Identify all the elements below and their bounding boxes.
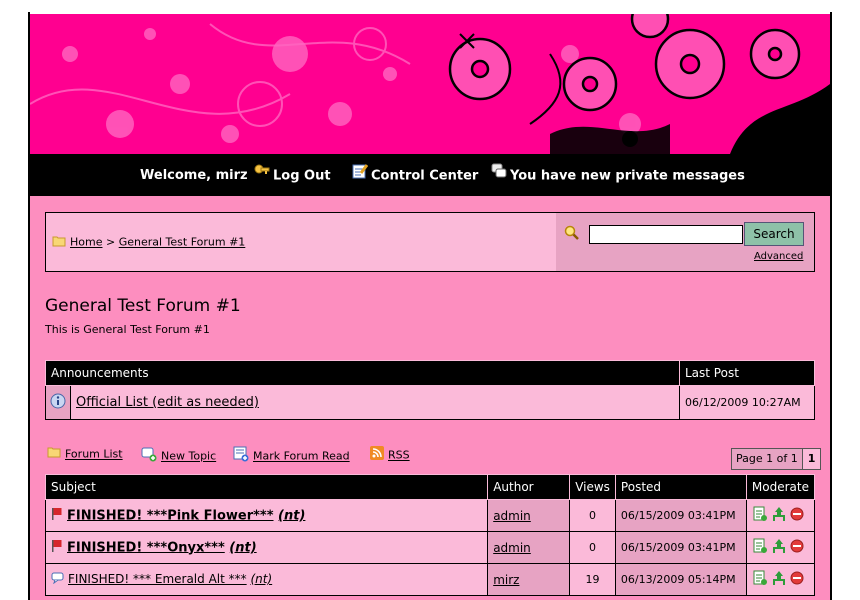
folder-icon bbox=[52, 235, 66, 250]
mark-forum-read-link[interactable]: Mark Forum Read bbox=[233, 446, 350, 463]
search-button[interactable]: Search bbox=[744, 222, 804, 246]
author-link[interactable]: admin bbox=[493, 509, 531, 523]
pagination: Page 1 of 11 bbox=[731, 448, 822, 470]
last-post-header: Last Post bbox=[679, 360, 815, 386]
speech-bubble-icon bbox=[51, 572, 64, 587]
topic-row: FINISHED! ***Onyx*** (nt) admin 0 06/15/… bbox=[44, 531, 816, 564]
announcements-table: Announcements Last Post Official List (e… bbox=[45, 360, 815, 420]
forum-description: This is General Test Forum #1 bbox=[45, 323, 210, 336]
topic-posted: 06/15/2009 03:41PM bbox=[614, 499, 747, 532]
topic-views: 0 bbox=[569, 499, 616, 532]
edit-topic-icon[interactable] bbox=[752, 506, 768, 525]
topic-posted: 06/13/2009 05:14PM bbox=[614, 563, 747, 596]
topic-author-cell: admin bbox=[487, 499, 571, 532]
private-messages-label[interactable]: You have new private messages bbox=[510, 169, 745, 184]
control-center-link[interactable]: Control Center bbox=[352, 154, 478, 196]
user-navbar: Welcome, mirz Log Out Control Center You… bbox=[30, 154, 830, 196]
forum-title: General Test Forum #1 bbox=[45, 296, 241, 316]
rss-link[interactable]: RSS bbox=[370, 446, 410, 462]
flag-icon bbox=[51, 539, 63, 557]
announcement-row: Official List (edit as needed) 06/12/200… bbox=[45, 385, 815, 420]
rss-icon bbox=[370, 446, 384, 465]
announcement-link[interactable]: Official List (edit as needed) bbox=[76, 395, 259, 410]
topic-row: FINISHED! *** Emerald Alt *** (nt) mirz … bbox=[44, 563, 816, 596]
folder-icon bbox=[47, 446, 61, 463]
topic-suffix: (nt) bbox=[229, 540, 257, 555]
author-header: Author bbox=[487, 474, 571, 500]
forum-list-label[interactable]: Forum List bbox=[65, 448, 123, 461]
magnifier-icon bbox=[564, 225, 580, 244]
posted-header: Posted bbox=[614, 474, 747, 500]
flower-banner-artwork bbox=[30, 14, 830, 154]
topics-table: Subject Author Views Posted Moderate FIN… bbox=[44, 474, 816, 596]
private-messages-link[interactable]: You have new private messages bbox=[491, 154, 745, 196]
delete-topic-icon[interactable] bbox=[790, 507, 804, 524]
key-icon bbox=[254, 154, 270, 198]
move-topic-icon[interactable] bbox=[772, 506, 786, 525]
topic-suffix: (nt) bbox=[278, 508, 306, 523]
forum-list-link[interactable]: Forum List bbox=[47, 446, 123, 462]
new-topic-link[interactable]: New Topic bbox=[141, 446, 216, 463]
current-page[interactable]: 1 bbox=[801, 449, 821, 469]
search-input[interactable] bbox=[589, 225, 743, 244]
page-count-label: Page 1 of 1 bbox=[736, 452, 798, 465]
advanced-search-link[interactable]: Advanced bbox=[754, 251, 803, 262]
notepad-pencil-icon bbox=[352, 154, 369, 198]
views-header: Views bbox=[569, 474, 616, 500]
forum-content: Home > General Test Forum #1 Search Adva… bbox=[30, 196, 830, 600]
new-topic-icon bbox=[141, 446, 157, 467]
author-link[interactable]: mirz bbox=[493, 573, 519, 587]
breadcrumb-home-link[interactable]: Home bbox=[70, 236, 102, 249]
edit-topic-icon[interactable] bbox=[752, 570, 768, 589]
logout-link[interactable]: Log Out bbox=[254, 154, 331, 196]
topic-subject-cell: FINISHED! *** Emerald Alt *** (nt) bbox=[44, 563, 489, 596]
moderate-cell bbox=[745, 563, 816, 596]
moderate-cell bbox=[745, 531, 816, 564]
rss-label[interactable]: RSS bbox=[388, 449, 410, 462]
delete-topic-icon[interactable] bbox=[790, 571, 804, 588]
edit-topic-icon[interactable] bbox=[752, 538, 768, 557]
topic-views: 0 bbox=[569, 531, 616, 564]
topic-suffix: (nt) bbox=[250, 572, 273, 586]
announcement-icon-cell bbox=[45, 385, 71, 420]
info-icon bbox=[50, 393, 66, 412]
announcement-last-post: 06/12/2009 10:27AM bbox=[679, 385, 815, 420]
topic-posted: 06/15/2009 03:41PM bbox=[614, 531, 747, 564]
messages-icon bbox=[491, 154, 507, 198]
control-center-label[interactable]: Control Center bbox=[371, 169, 478, 184]
welcome-text: Welcome, mirz bbox=[140, 168, 248, 183]
topic-subject-cell: FINISHED! ***Pink Flower*** (nt) bbox=[44, 499, 489, 532]
flag-icon bbox=[51, 507, 63, 525]
header-banner bbox=[30, 14, 830, 154]
topic-link[interactable]: FINISHED! *** Emerald Alt *** bbox=[68, 572, 247, 586]
topic-link[interactable]: FINISHED! ***Onyx*** bbox=[67, 540, 225, 555]
announcements-header: Announcements bbox=[45, 360, 680, 386]
search-panel: Search Advanced bbox=[556, 213, 814, 271]
topic-row: FINISHED! ***Pink Flower*** (nt) admin 0… bbox=[44, 499, 816, 532]
move-topic-icon[interactable] bbox=[772, 570, 786, 589]
logout-label[interactable]: Log Out bbox=[273, 169, 331, 184]
moderate-header: Moderate bbox=[745, 474, 816, 500]
breadcrumb: Home > General Test Forum #1 bbox=[52, 235, 245, 250]
topic-author-cell: mirz bbox=[487, 563, 571, 596]
frame-border bbox=[830, 12, 832, 600]
subject-header: Subject bbox=[44, 474, 489, 500]
breadcrumb-search-bar: Home > General Test Forum #1 Search Adva… bbox=[45, 212, 815, 272]
move-topic-icon[interactable] bbox=[772, 538, 786, 557]
topic-subject-cell: FINISHED! ***Onyx*** (nt) bbox=[44, 531, 489, 564]
author-link[interactable]: admin bbox=[493, 541, 531, 555]
breadcrumb-forum-link[interactable]: General Test Forum #1 bbox=[119, 236, 246, 249]
topic-link[interactable]: FINISHED! ***Pink Flower*** bbox=[67, 508, 274, 523]
new-topic-label[interactable]: New Topic bbox=[161, 450, 216, 463]
topic-author-cell: admin bbox=[487, 531, 571, 564]
delete-topic-icon[interactable] bbox=[790, 539, 804, 556]
mark-read-icon bbox=[233, 446, 249, 467]
topic-views: 19 bbox=[569, 563, 616, 596]
announcement-title-cell: Official List (edit as needed) bbox=[70, 385, 680, 420]
mark-forum-read-label[interactable]: Mark Forum Read bbox=[253, 450, 350, 463]
moderate-cell bbox=[745, 499, 816, 532]
breadcrumb-separator: > bbox=[105, 235, 116, 249]
